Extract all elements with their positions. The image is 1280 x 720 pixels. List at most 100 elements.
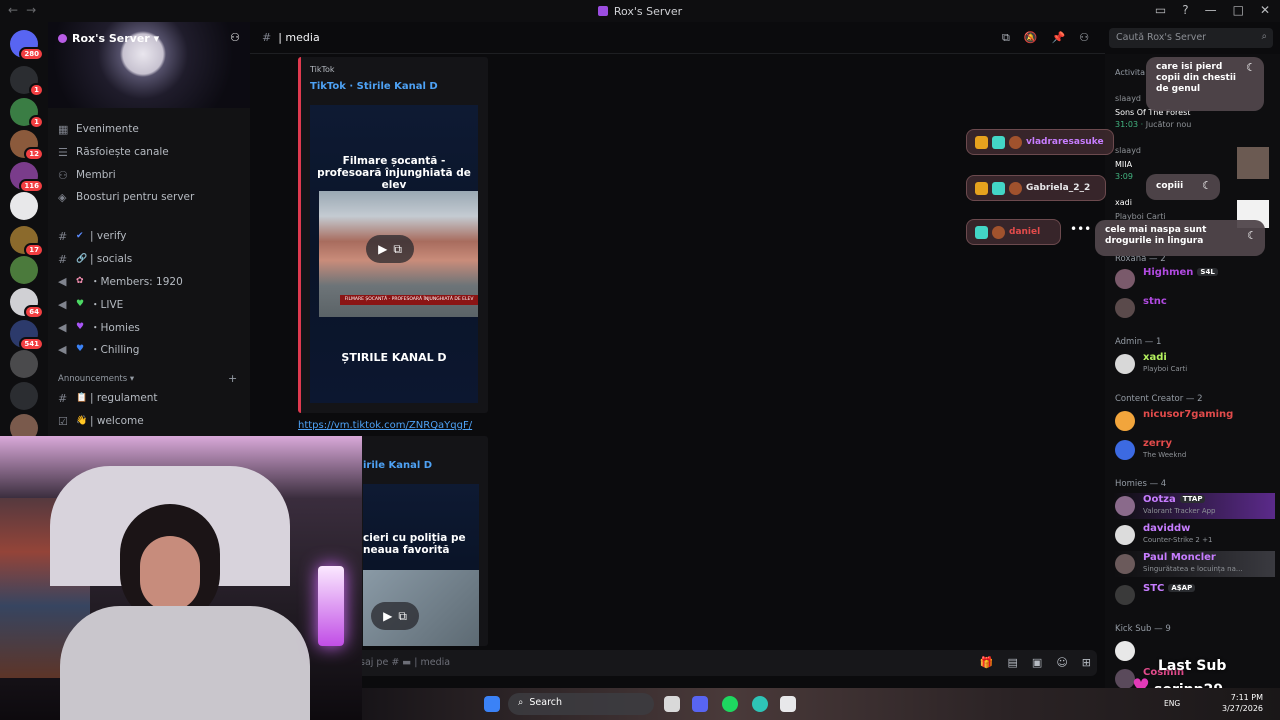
tiktok-link[interactable]: https://vm.tiktok.com/ZNRQaYqgF/: [298, 420, 472, 431]
server-icon[interactable]: 17: [10, 226, 44, 257]
activity-user[interactable]: xadi: [1115, 198, 1132, 207]
server-icon[interactable]: 1: [10, 66, 44, 97]
history-nav[interactable]: ←→: [8, 3, 44, 17]
speaker-icon: ◀: [58, 297, 67, 311]
help-icon[interactable]: ?: [1182, 3, 1188, 17]
mute-icon[interactable]: 🔕: [1024, 31, 1038, 45]
spotify-icon[interactable]: [722, 696, 738, 712]
tiktok-embed: TikTok TikTok · Stirile Kanal D Filmare …: [298, 57, 488, 413]
discord-icon[interactable]: [692, 696, 708, 712]
member-group-header: Content Creator — 2: [1115, 394, 1203, 404]
chat-overlay-user: vladraresasuke: [966, 129, 1114, 155]
member-list: Activita slaayd Sons Of The Forest 31:03…: [1105, 54, 1280, 720]
server-icon[interactable]: 12: [10, 130, 44, 161]
rules-icon: ☑: [58, 414, 68, 428]
server-icon[interactable]: 1: [10, 98, 44, 129]
typing-dots-icon: •••: [1070, 222, 1092, 236]
voice-channel-homies[interactable]: ◀ ♥ ・Homies: [58, 319, 140, 335]
app-icon[interactable]: [780, 696, 796, 712]
direct-messages-button[interactable]: 280: [10, 30, 44, 61]
composer-placeholder: saj pe # ▬ | media: [360, 657, 451, 668]
header-toolbar: ⧉ 🔕 📌 ⚇: [1002, 31, 1089, 45]
embed-title-link[interactable]: TikTok · Stirile Kanal D: [310, 81, 438, 92]
voice-channel-chilling[interactable]: ◀ ♥ ・Chilling: [58, 341, 139, 357]
window-title: Rox's Server: [613, 4, 683, 18]
file-explorer-icon[interactable]: [664, 696, 680, 712]
video-thumbnail[interactable]: cieri cu poliția pe neaua favorită ▶ ⧉: [363, 484, 479, 646]
category-announcements[interactable]: Announcements ▾: [58, 371, 134, 387]
pin-icon[interactable]: 📌: [1052, 31, 1066, 45]
activity-user[interactable]: slaayd: [1115, 146, 1141, 155]
channel-regulament[interactable]: # 📋 | regulament: [58, 390, 158, 406]
voice-channel-members[interactable]: ◀ ✿ ・Members: 1920: [58, 273, 183, 289]
sticker-icon[interactable]: ▣: [1032, 656, 1042, 669]
member-row[interactable]: stnc: [1113, 295, 1275, 321]
server-banner[interactable]: Rox's Server ▾ ⚇: [48, 22, 250, 108]
server-icon[interactable]: 64: [10, 288, 44, 319]
taskbar-search[interactable]: ⌕ Search: [508, 693, 654, 715]
member-row[interactable]: Highmen S4L: [1113, 266, 1275, 292]
member-row[interactable]: xadi Playboi Carti: [1113, 351, 1275, 377]
search-input[interactable]: Caută Rox's Server ⌕: [1109, 28, 1273, 48]
close-button[interactable]: ✕: [1260, 3, 1270, 17]
member-row[interactable]: Paul Moncler Singurătatea e locuința na..…: [1113, 551, 1275, 577]
open-external-icon: ⧉: [398, 608, 407, 623]
activity-user[interactable]: slaayd: [1115, 94, 1141, 103]
avatar: [1009, 181, 1022, 195]
video-thumbnail[interactable]: Filmare șocantă - profesoară înjunghiată…: [310, 105, 478, 403]
sidebar-item-members[interactable]: ⚇ Membri: [58, 167, 116, 183]
server-name-button[interactable]: Rox's Server ▾: [58, 32, 159, 45]
voice-channel-live[interactable]: ◀ ♥ ・LIVE: [58, 296, 123, 312]
language-indicator[interactable]: ENG: [1164, 699, 1180, 708]
play-button[interactable]: ▶ ⧉: [366, 235, 414, 263]
invite-icon[interactable]: ⚇: [230, 31, 240, 44]
system-clock[interactable]: 7:11 PM 3/27/2026: [1222, 692, 1263, 714]
message-composer[interactable]: saj pe # ▬ | media 🎁 ▤ ▣ ☺ ⊞: [352, 650, 1097, 676]
sidebar-item-events[interactable]: ▦ Evenimente: [58, 121, 139, 137]
gif-icon[interactable]: ▤: [1008, 656, 1018, 669]
edge-icon[interactable]: [752, 696, 768, 712]
search-icon: ⌕: [518, 697, 524, 708]
play-button[interactable]: ▶ ⧉: [371, 602, 419, 630]
server-icon[interactable]: [10, 192, 38, 220]
member-row[interactable]: STC A$AP: [1113, 582, 1275, 608]
minimize-button[interactable]: —: [1205, 3, 1217, 17]
channel-welcome[interactable]: ☑ 👋 | welcome: [58, 413, 144, 429]
server-icon[interactable]: [10, 256, 38, 284]
emoji-icon[interactable]: ☺: [1056, 656, 1067, 669]
activity-artwork: [1237, 147, 1269, 179]
inbox-icon[interactable]: ▭: [1155, 3, 1166, 17]
sidebar-item-boosts[interactable]: ◈ Boosturi pentru server: [58, 189, 194, 205]
channel-verify[interactable]: # ✔ | verify: [58, 228, 127, 244]
calendar-icon: ▦: [58, 122, 69, 136]
window-controls[interactable]: ▭ ? — □ ✕: [1155, 3, 1270, 17]
maximize-button[interactable]: □: [1233, 3, 1244, 17]
server-icon[interactable]: [10, 350, 38, 378]
windows-start-icon[interactable]: [484, 696, 500, 712]
member-row[interactable]: Ootza TTAP Valorant Tracker App: [1113, 493, 1275, 519]
embed-provider: TikTok: [310, 65, 335, 74]
member-list-icon[interactable]: ⚇: [1079, 31, 1089, 45]
member-group-header: Homies — 4: [1115, 479, 1167, 489]
chat-bubble: care isi pierd copii din chestii de genu…: [1146, 57, 1264, 111]
add-channel-icon[interactable]: +: [228, 372, 237, 385]
member-row[interactable]: daviddw Counter-Strike 2 +1: [1113, 522, 1275, 548]
server-icon[interactable]: 116: [10, 162, 44, 193]
member-row[interactable]: nicusor7gaming: [1113, 408, 1275, 434]
title-bar: ←→ Rox's Server ▭ ? — □ ✕: [0, 0, 1280, 22]
server-icon[interactable]: 541: [10, 320, 44, 351]
embed-title-link[interactable]: irile Kanal D: [363, 460, 432, 471]
avatar: [1009, 135, 1022, 149]
threads-icon[interactable]: ⧉: [1002, 31, 1010, 45]
server-icon[interactable]: [10, 382, 38, 410]
apps-icon[interactable]: ⊞: [1082, 656, 1091, 669]
moon-icon: ☾: [1246, 61, 1256, 74]
speaker-icon: ◀: [58, 274, 67, 288]
channel-socials[interactable]: # 🔗 | socials: [58, 251, 132, 267]
streamer-body: [60, 606, 310, 720]
gift-icon[interactable]: 🎁: [980, 656, 994, 669]
sidebar-item-browse-channels[interactable]: ☰ Răsfoiește canale: [58, 144, 169, 160]
member-group-header: Admin — 1: [1115, 337, 1162, 347]
member-row[interactable]: zerry The Weeknd: [1113, 437, 1275, 463]
text-channel-icon: #: [262, 31, 272, 44]
